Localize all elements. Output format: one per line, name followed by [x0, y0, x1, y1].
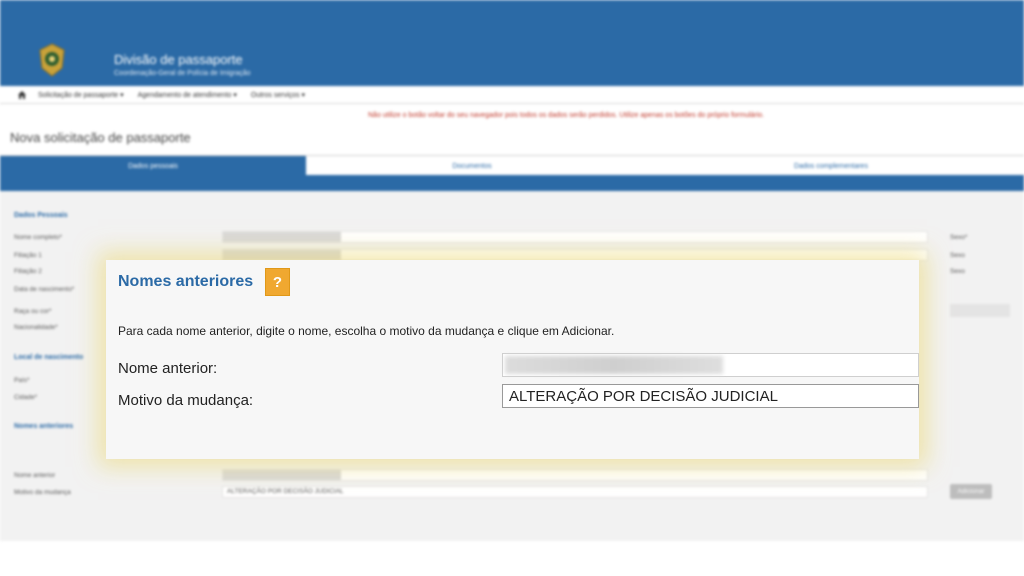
dialog-title: Nomes anteriores	[118, 273, 254, 290]
section-nomes-anteriores: Nomes anteriores	[14, 423, 74, 430]
nome-completo-input[interactable]	[222, 231, 928, 243]
tab-documentos[interactable]: Documentos	[306, 156, 638, 176]
top-nav: Solicitação de passaporte ▾ Agendamento …	[0, 86, 1024, 104]
label-nome-anterior: Nome anterior	[14, 472, 56, 479]
home-icon[interactable]	[18, 90, 26, 99]
label-pais: País*	[14, 377, 30, 384]
label-nacionalidade: Nacionalidade*	[14, 324, 58, 331]
label-sexo-filiacao-1: Sexo	[950, 252, 965, 259]
label-data-nascimento: Data de nascimento*	[14, 286, 75, 293]
nome-anterior-input[interactable]	[502, 353, 919, 377]
nome-anterior-label: Nome anterior:	[118, 360, 218, 377]
nav-item-solicitacao[interactable]: Solicitação de passaporte ▾	[38, 91, 124, 99]
label-sexo-filiacao-2: Sexo	[950, 268, 965, 275]
label-raca-cor: Raça ou cor*	[14, 308, 52, 315]
redacted-value	[223, 250, 341, 260]
dialog-instruction: Para cada nome anterior, digite o nome, …	[118, 324, 615, 338]
motivo-mudanca-label: Motivo da mudança:	[118, 392, 254, 409]
form-tabs: Dados pessoais Documentos Dados compleme…	[0, 155, 1024, 176]
raca-cor-select[interactable]	[950, 304, 1010, 317]
section-local-nascimento: Local de nascimento	[14, 354, 84, 361]
police-crest-icon	[39, 43, 65, 77]
tab-dados-pessoais[interactable]: Dados pessoais	[0, 156, 306, 176]
tab-bar-strip	[0, 175, 1024, 191]
motivo-mudanca-select[interactable]: ALTERAÇÃO POR DECISÃO JUDICIAL	[502, 384, 919, 408]
label-filiacao-1: Filiação 1	[14, 252, 42, 259]
section-dados-pessoais: Dados Pessoais	[14, 212, 68, 219]
page: Divisão de passaporte Coordenação-Geral …	[0, 0, 1024, 576]
redacted-value	[223, 232, 341, 242]
page-title: Nova solicitação de passaporte	[10, 130, 191, 145]
label-nome-completo: Nome completo*	[14, 234, 63, 241]
add-button[interactable]: Adicionar	[950, 484, 992, 499]
header-title: Divisão de passaporte	[114, 52, 243, 67]
tab-dados-complementares[interactable]: Dados complementares	[638, 156, 1024, 176]
label-filiacao-2: Filiação 2	[14, 268, 42, 275]
nav-item-agendamento[interactable]: Agendamento de atendimento ▾	[138, 91, 237, 99]
label-motivo-mudanca: Motivo da mudança	[14, 489, 71, 496]
label-cidade: Cidade*	[14, 394, 38, 401]
motivo-value: ALTERAÇÃO POR DECISÃO JUDICIAL	[227, 488, 344, 495]
motivo-mudanca-select-bg[interactable]: ALTERAÇÃO POR DECISÃO JUDICIAL	[222, 486, 928, 498]
header-subtitle: Coordenação-Geral de Polícia de Imigraçã…	[114, 70, 251, 77]
redacted-value	[505, 356, 723, 374]
nome-anterior-input-bg[interactable]	[222, 469, 928, 481]
help-icon[interactable]: ?	[265, 268, 290, 296]
redacted-value	[223, 470, 341, 480]
nav-item-outros[interactable]: Outros serviços ▾	[251, 91, 305, 99]
warning-message: Não utilize o botão voltar do seu navega…	[368, 112, 765, 119]
label-sexo: Sexo*	[950, 234, 968, 241]
site-header: Divisão de passaporte Coordenação-Geral …	[0, 0, 1024, 86]
nomes-anteriores-dialog: Nomes anteriores ? Para cada nome anteri…	[106, 260, 919, 459]
